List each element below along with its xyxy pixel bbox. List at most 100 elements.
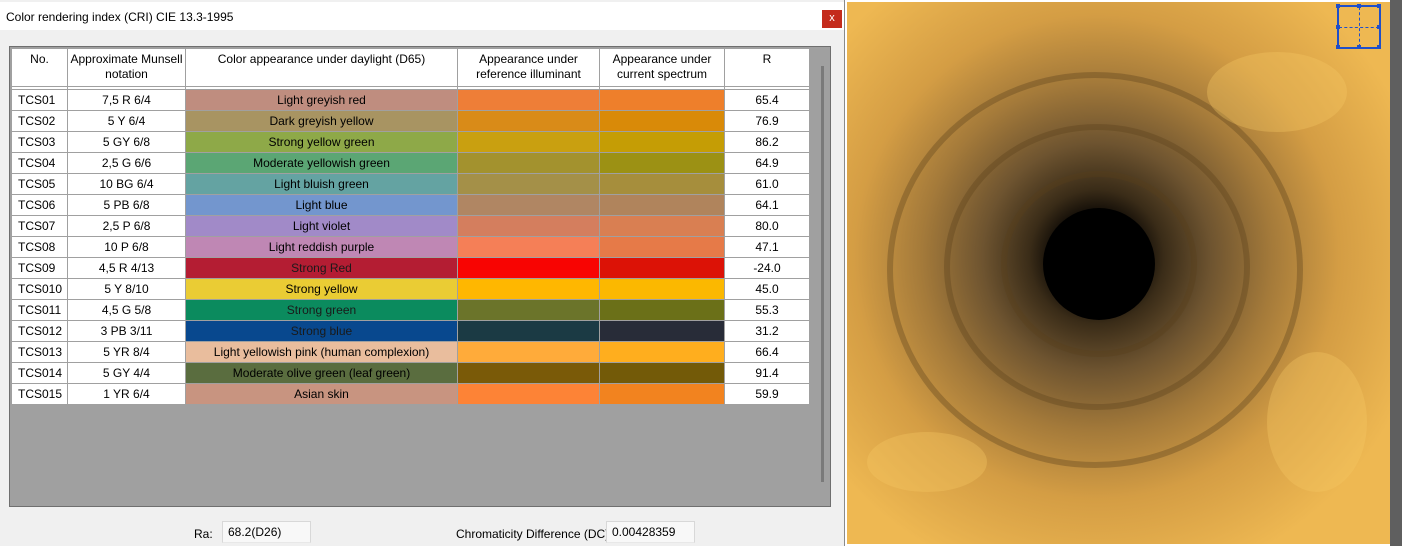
sample-id-cell[interactable]: TCS09 [11, 257, 68, 279]
munsell-cell[interactable]: 7,5 R 6/4 [67, 89, 186, 111]
daylight-swatch-cell[interactable]: Strong blue [185, 320, 458, 342]
daylight-swatch-cell[interactable]: Light yellowish pink (human complexion) [185, 341, 458, 363]
r-value-cell[interactable]: -24.0 [724, 257, 810, 279]
daylight-swatch-cell[interactable]: Dark greyish yellow [185, 110, 458, 132]
reference-swatch-cell[interactable] [457, 89, 600, 111]
ra-value-field[interactable]: 68.2(D26) [222, 521, 311, 543]
munsell-cell[interactable]: 3 PB 3/11 [67, 320, 186, 342]
current-swatch-cell[interactable] [599, 131, 725, 153]
munsell-cell[interactable]: 4,5 R 4/13 [67, 257, 186, 279]
daylight-swatch-cell[interactable]: Light blue [185, 194, 458, 216]
r-value-cell[interactable]: 65.4 [724, 89, 810, 111]
table-row[interactable]: TCS01 7,5 R 6/4 Light greyish red 65.4 [11, 89, 810, 111]
daylight-swatch-cell[interactable]: Moderate yellowish green [185, 152, 458, 174]
munsell-cell[interactable]: 5 YR 8/4 [67, 341, 186, 363]
daylight-swatch-cell[interactable]: Strong yellow [185, 278, 458, 300]
current-swatch-cell[interactable] [599, 215, 725, 237]
reference-swatch-cell[interactable] [457, 152, 600, 174]
col-header-daylight[interactable]: Color appearance under daylight (D65) [185, 48, 458, 87]
munsell-cell[interactable]: 5 GY 4/4 [67, 362, 186, 384]
current-swatch-cell[interactable] [599, 173, 725, 195]
current-swatch-cell[interactable] [599, 257, 725, 279]
current-swatch-cell[interactable] [599, 320, 725, 342]
r-value-cell[interactable]: 47.1 [724, 236, 810, 258]
sample-id-cell[interactable]: TCS05 [11, 173, 68, 195]
sample-id-cell[interactable]: TCS01 [11, 89, 68, 111]
munsell-cell[interactable]: 10 P 6/8 [67, 236, 186, 258]
col-header-r[interactable]: R [724, 48, 810, 87]
daylight-swatch-cell[interactable]: Light greyish red [185, 89, 458, 111]
current-swatch-cell[interactable] [599, 89, 725, 111]
r-value-cell[interactable]: 61.0 [724, 173, 810, 195]
table-row[interactable]: TCS07 2,5 P 6/8 Light violet 80.0 [11, 215, 810, 237]
r-value-cell[interactable]: 66.4 [724, 341, 810, 363]
reference-swatch-cell[interactable] [457, 236, 600, 258]
daylight-swatch-cell[interactable]: Light bluish green [185, 173, 458, 195]
table-row[interactable]: TCS09 4,5 R 4/13 Strong Red -24.0 [11, 257, 810, 279]
r-value-cell[interactable]: 64.1 [724, 194, 810, 216]
table-row[interactable]: TCS011 4,5 G 5/8 Strong green 55.3 [11, 299, 810, 321]
sample-id-cell[interactable]: TCS010 [11, 278, 68, 300]
current-swatch-cell[interactable] [599, 236, 725, 258]
table-row[interactable]: TCS010 5 Y 8/10 Strong yellow 45.0 [11, 278, 810, 300]
sample-id-cell[interactable]: TCS07 [11, 215, 68, 237]
dc-value-field[interactable]: 0.00428359 [606, 521, 695, 543]
table-row[interactable]: TCS014 5 GY 4/4 Moderate olive green (leaf… [11, 362, 810, 384]
current-swatch-cell[interactable] [599, 278, 725, 300]
sample-id-cell[interactable]: TCS03 [11, 131, 68, 153]
current-swatch-cell[interactable] [599, 110, 725, 132]
sample-id-cell[interactable]: TCS04 [11, 152, 68, 174]
r-value-cell[interactable]: 45.0 [724, 278, 810, 300]
close-button[interactable]: x [822, 10, 842, 28]
reference-swatch-cell[interactable] [457, 194, 600, 216]
reference-swatch-cell[interactable] [457, 173, 600, 195]
daylight-swatch-cell[interactable]: Strong green [185, 299, 458, 321]
table-row[interactable]: TCS013 5 YR 8/4 Light yellowish pink (huma… [11, 341, 810, 363]
image-viewer[interactable] [845, 0, 1402, 546]
reference-swatch-cell[interactable] [457, 257, 600, 279]
munsell-cell[interactable]: 2,5 P 6/8 [67, 215, 186, 237]
daylight-swatch-cell[interactable]: Light violet [185, 215, 458, 237]
reference-swatch-cell[interactable] [457, 215, 600, 237]
current-swatch-cell[interactable] [599, 299, 725, 321]
sample-id-cell[interactable]: TCS06 [11, 194, 68, 216]
r-value-cell[interactable]: 80.0 [724, 215, 810, 237]
current-swatch-cell[interactable] [599, 362, 725, 384]
reference-swatch-cell[interactable] [457, 110, 600, 132]
r-value-cell[interactable]: 64.9 [724, 152, 810, 174]
sample-id-cell[interactable]: TCS013 [11, 341, 68, 363]
sample-id-cell[interactable]: TCS02 [11, 110, 68, 132]
col-header-reference[interactable]: Appearance under reference illuminant [457, 48, 600, 87]
sample-id-cell[interactable]: TCS011 [11, 299, 68, 321]
r-value-cell[interactable]: 31.2 [724, 320, 810, 342]
reference-swatch-cell[interactable] [457, 362, 600, 384]
col-header-no[interactable]: No. [11, 48, 68, 87]
daylight-swatch-cell[interactable]: Strong yellow green [185, 131, 458, 153]
current-swatch-cell[interactable] [599, 341, 725, 363]
table-row[interactable]: TCS015 1 YR 6/4 Asian skin 59.9 [11, 383, 810, 405]
reference-swatch-cell[interactable] [457, 341, 600, 363]
munsell-cell[interactable]: 10 BG 6/4 [67, 173, 186, 195]
reference-swatch-cell[interactable] [457, 383, 600, 405]
sample-id-cell[interactable]: TCS012 [11, 320, 68, 342]
munsell-cell[interactable]: 2,5 G 6/6 [67, 152, 186, 174]
table-row[interactable]: TCS08 10 P 6/8 Light reddish purple 47.1 [11, 236, 810, 258]
reference-swatch-cell[interactable] [457, 278, 600, 300]
col-header-munsell[interactable]: Approximate Munsell notation [67, 48, 186, 87]
table-row[interactable]: TCS03 5 GY 6/8 Strong yellow green 86.2 [11, 131, 810, 153]
munsell-cell[interactable]: 5 Y 6/4 [67, 110, 186, 132]
current-swatch-cell[interactable] [599, 383, 725, 405]
current-swatch-cell[interactable] [599, 194, 725, 216]
sample-id-cell[interactable]: TCS015 [11, 383, 68, 405]
munsell-cell[interactable]: 5 PB 6/8 [67, 194, 186, 216]
table-row[interactable]: TCS012 3 PB 3/11 Strong blue 31.2 [11, 320, 810, 342]
sample-id-cell[interactable]: TCS014 [11, 362, 68, 384]
reference-swatch-cell[interactable] [457, 299, 600, 321]
current-swatch-cell[interactable] [599, 152, 725, 174]
sample-id-cell[interactable]: TCS08 [11, 236, 68, 258]
r-value-cell[interactable]: 86.2 [724, 131, 810, 153]
reference-swatch-cell[interactable] [457, 320, 600, 342]
table-row[interactable]: TCS06 5 PB 6/8 Light blue 64.1 [11, 194, 810, 216]
r-value-cell[interactable]: 55.3 [724, 299, 810, 321]
munsell-cell[interactable]: 5 Y 8/10 [67, 278, 186, 300]
